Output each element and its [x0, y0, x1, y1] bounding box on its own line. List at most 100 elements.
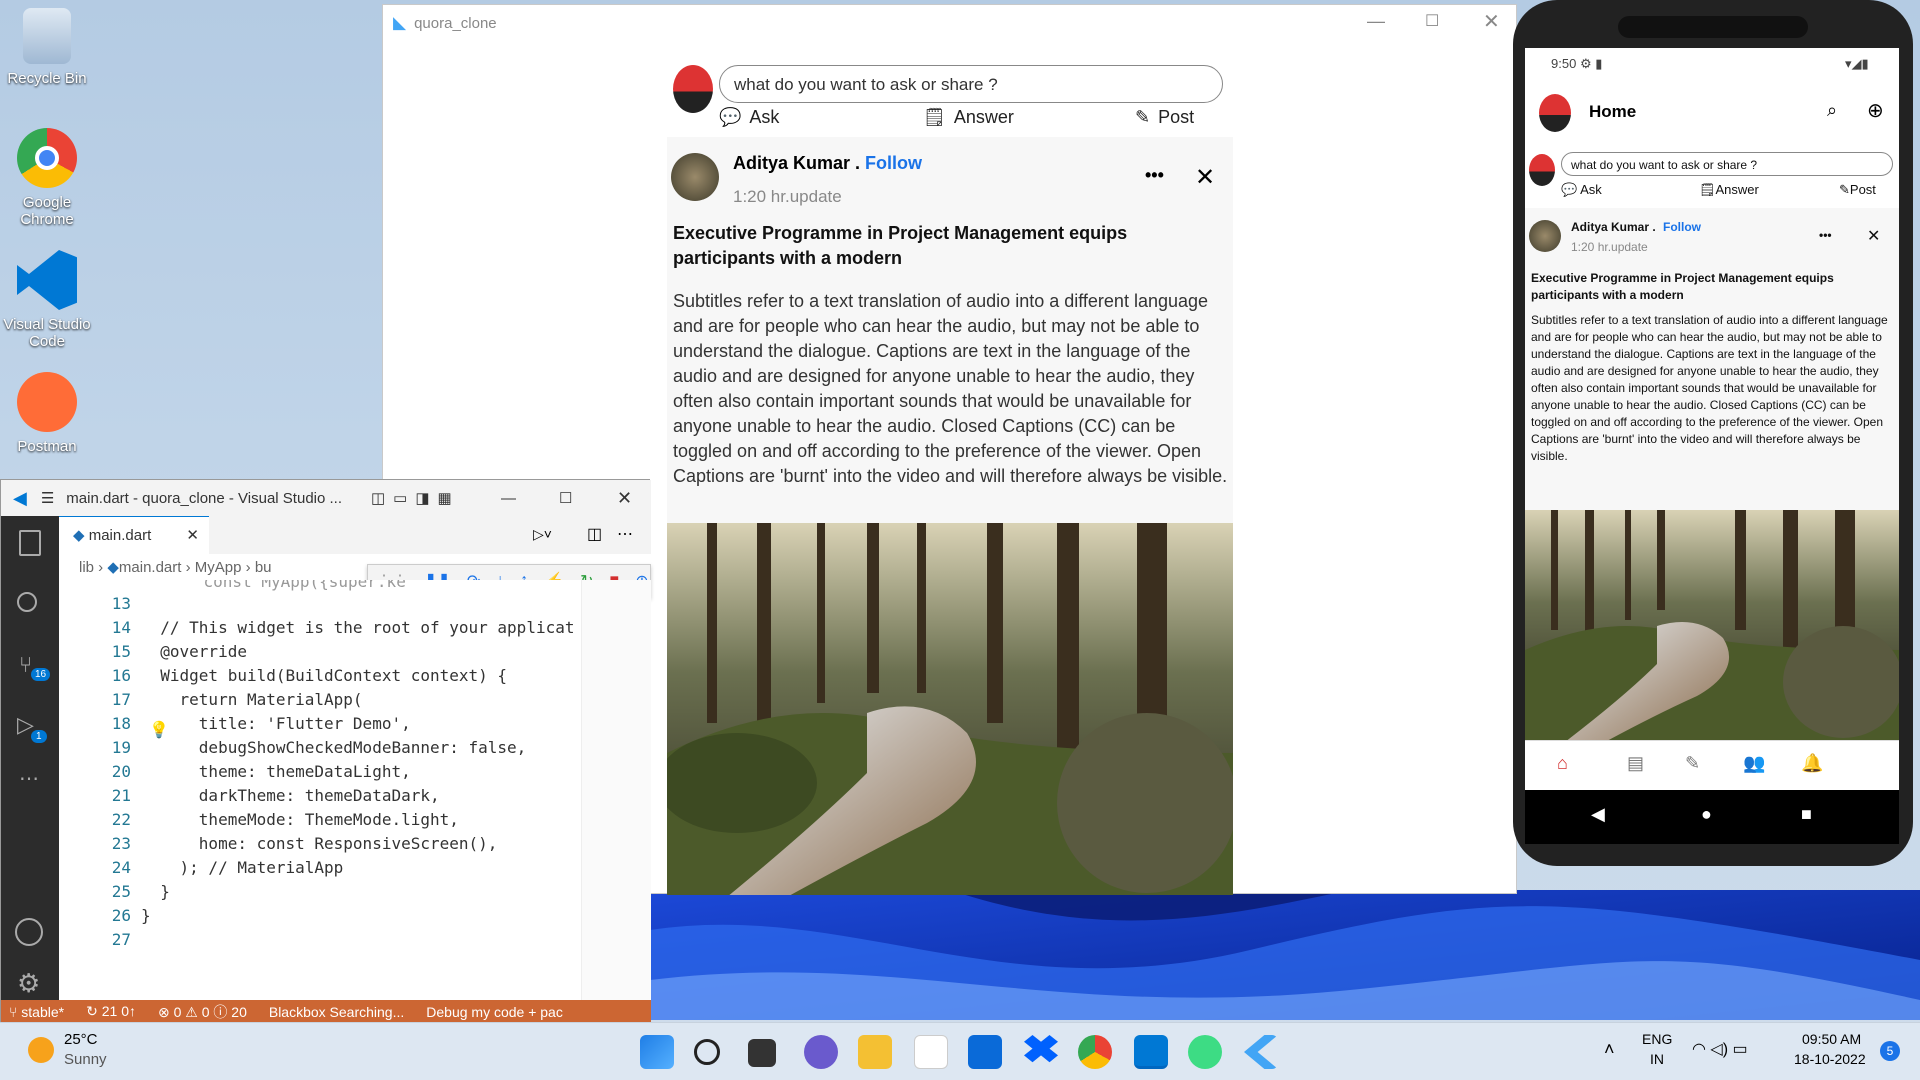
post-label: Post	[1158, 107, 1195, 127]
account-icon[interactable]	[15, 918, 43, 946]
phone-author-avatar[interactable]	[1529, 220, 1561, 252]
phone-follow-button[interactable]: Follow	[1663, 220, 1701, 234]
menu-icon[interactable]: ☰	[41, 489, 54, 507]
desktop-icon-label: Google Chrome	[20, 194, 74, 228]
phone-post-title: Executive Programme in Project Managemen…	[1531, 271, 1834, 302]
chat-app-icon[interactable]	[804, 1035, 838, 1069]
layout-toggle-icons[interactable]: ◫▭◨▦	[371, 489, 460, 507]
task-view-icon[interactable]	[748, 1039, 776, 1067]
author-avatar[interactable]	[671, 153, 719, 201]
follow-button[interactable]: Follow	[865, 153, 922, 174]
phone-search-icon[interactable]: ⌕	[1827, 100, 1837, 121]
line-number: 27	[111, 930, 131, 949]
wifi-volume-battery-icons[interactable]: ◠ ◁) ▭	[1692, 1039, 1748, 1059]
start-icon[interactable]	[640, 1035, 674, 1069]
tab-close-icon[interactable]: ✕	[186, 526, 199, 544]
search-taskbar-icon[interactable]	[694, 1039, 720, 1065]
recents-icon[interactable]: ■	[1801, 804, 1812, 825]
problems-indicator[interactable]: ⊗ 0 ⚠ 0 ⓘ 20	[158, 1002, 247, 1022]
author-name[interactable]: Aditya Kumar .	[733, 153, 860, 174]
phone-question-input[interactable]: what do you want to ask or share ?	[1561, 152, 1893, 176]
desktop-icon-chrome[interactable]: Google Chrome	[0, 128, 94, 228]
post-image	[667, 523, 1233, 895]
breadcrumb-item[interactable]: lib	[79, 559, 94, 576]
vscode-taskbar-icon[interactable]	[1134, 1035, 1168, 1069]
home-circle-icon[interactable]: ●	[1701, 804, 1712, 825]
phone-author-name[interactable]: Aditya Kumar .	[1571, 220, 1656, 234]
explorer-icon[interactable]	[19, 530, 41, 556]
amazon-icon[interactable]	[914, 1035, 948, 1069]
settings-gear-icon[interactable]: ⚙	[17, 968, 40, 999]
desktop-icon-postman[interactable]: Postman	[0, 372, 94, 455]
breadcrumb-item[interactable]: MyApp	[195, 559, 242, 576]
debug-status[interactable]: Debug my code + pac	[426, 1004, 563, 1020]
lang-bottom[interactable]: IN	[1650, 1051, 1664, 1067]
nav-people-icon[interactable]: 👥	[1743, 753, 1765, 774]
phone-post-button[interactable]: ✎Post	[1839, 182, 1876, 198]
code-editor[interactable]: const MyApp({super.ke 13 14 // This widge…	[59, 580, 581, 1000]
clock-time[interactable]: 09:50 AM	[1802, 1031, 1861, 1047]
breadcrumb-item[interactable]: main.dart	[119, 559, 182, 576]
breadcrumb-item[interactable]: bu	[255, 559, 272, 576]
git-branch[interactable]: ⑂ stable*	[9, 1004, 64, 1020]
more-actions-icon[interactable]: ⋯	[617, 524, 633, 544]
phone-dismiss-icon[interactable]: ✕	[1867, 226, 1880, 246]
phone-add-icon[interactable]: ⊕	[1867, 98, 1884, 123]
store-icon[interactable]	[968, 1035, 1002, 1069]
notification-badge[interactable]: 5	[1880, 1041, 1900, 1061]
flutter-taskbar-icon[interactable]	[1244, 1035, 1278, 1069]
phone-more-icon[interactable]: •••	[1819, 228, 1832, 242]
more-options-icon[interactable]: •••	[1145, 165, 1164, 186]
vscode-minimize-button[interactable]: —	[501, 490, 516, 507]
line-number: 20	[111, 762, 131, 781]
phone-clock: 9:50	[1551, 56, 1577, 71]
chevron-up-icon[interactable]: ˄	[1604, 1039, 1615, 1060]
maximize-button[interactable]: ☐	[1425, 11, 1439, 31]
line-text: // This widget is the root of your appli…	[141, 618, 575, 637]
chrome-taskbar-icon[interactable]	[1078, 1035, 1112, 1069]
avatar[interactable]	[673, 65, 713, 113]
nav-edit-icon[interactable]: ✎	[1685, 753, 1700, 774]
desktop-icon-vscode[interactable]: Visual Studio Code	[0, 250, 94, 350]
composer: what do you want to ask or share ? 💬 Ask …	[667, 41, 1233, 137]
phone-answer-button[interactable]: 🗒Answer	[1699, 182, 1759, 198]
line-number: 15	[111, 642, 131, 661]
run-button[interactable]: ▷˅	[533, 526, 552, 543]
weather-desc[interactable]: Sunny	[64, 1051, 107, 1068]
phone-avatar[interactable]	[1539, 94, 1571, 132]
phone-screen: 9:50 ⚙ ▮ ▾◢▮ Home ⌕ ⊕ what do you want to…	[1525, 48, 1899, 844]
answer-button[interactable]: 🗒 Answer	[923, 107, 1014, 128]
nav-list-icon[interactable]: ▤	[1627, 753, 1644, 774]
more-icon[interactable]: ⋯	[19, 766, 39, 791]
dropbox-icon[interactable]	[1024, 1035, 1058, 1063]
minimize-button[interactable]: —	[1367, 11, 1385, 32]
desktop-icon-recycle-bin[interactable]: Recycle Bin	[0, 8, 94, 87]
phone-bottom-nav: ⌂ ▤ ✎ 👥 🔔	[1525, 740, 1899, 790]
weather-temp[interactable]: 25°C	[64, 1031, 98, 1048]
blackbox-status[interactable]: Blackbox Searching...	[269, 1004, 404, 1020]
vscode-maximize-button[interactable]: ☐	[559, 489, 572, 507]
phone-composer-avatar[interactable]	[1529, 154, 1555, 186]
tab-main-dart[interactable]: ◆ main.dart ✕	[59, 516, 209, 554]
post-button[interactable]: ✎ Post	[1135, 107, 1194, 128]
clock-date[interactable]: 18-10-2022	[1794, 1051, 1866, 1067]
search-icon[interactable]	[17, 592, 37, 612]
split-editor-icon[interactable]: ◫	[587, 524, 602, 544]
code-line: 17 return MaterialApp(	[59, 690, 363, 714]
lang-top[interactable]: ENG	[1642, 1031, 1672, 1047]
back-icon[interactable]: ◀	[1591, 804, 1605, 825]
ask-button[interactable]: 💬 Ask	[719, 107, 779, 128]
android-studio-icon[interactable]	[1188, 1035, 1222, 1069]
git-sync[interactable]: ↻ 21 0↑	[86, 1003, 136, 1020]
close-button[interactable]: ✕	[1483, 9, 1500, 34]
nav-home-icon[interactable]: ⌂	[1557, 753, 1568, 774]
phone-ask-button[interactable]: 💬 Ask	[1561, 182, 1602, 198]
file-explorer-icon[interactable]	[858, 1035, 892, 1069]
vscode-close-button[interactable]: ✕	[617, 488, 632, 509]
question-input[interactable]: what do you want to ask or share ?	[719, 65, 1223, 103]
dismiss-post-icon[interactable]: ✕	[1195, 163, 1215, 192]
minimap[interactable]	[581, 580, 651, 1000]
code-line: 25 }	[59, 882, 170, 906]
nav-bell-icon[interactable]: 🔔	[1801, 753, 1823, 774]
lightbulb-icon[interactable]: 💡	[149, 720, 169, 740]
